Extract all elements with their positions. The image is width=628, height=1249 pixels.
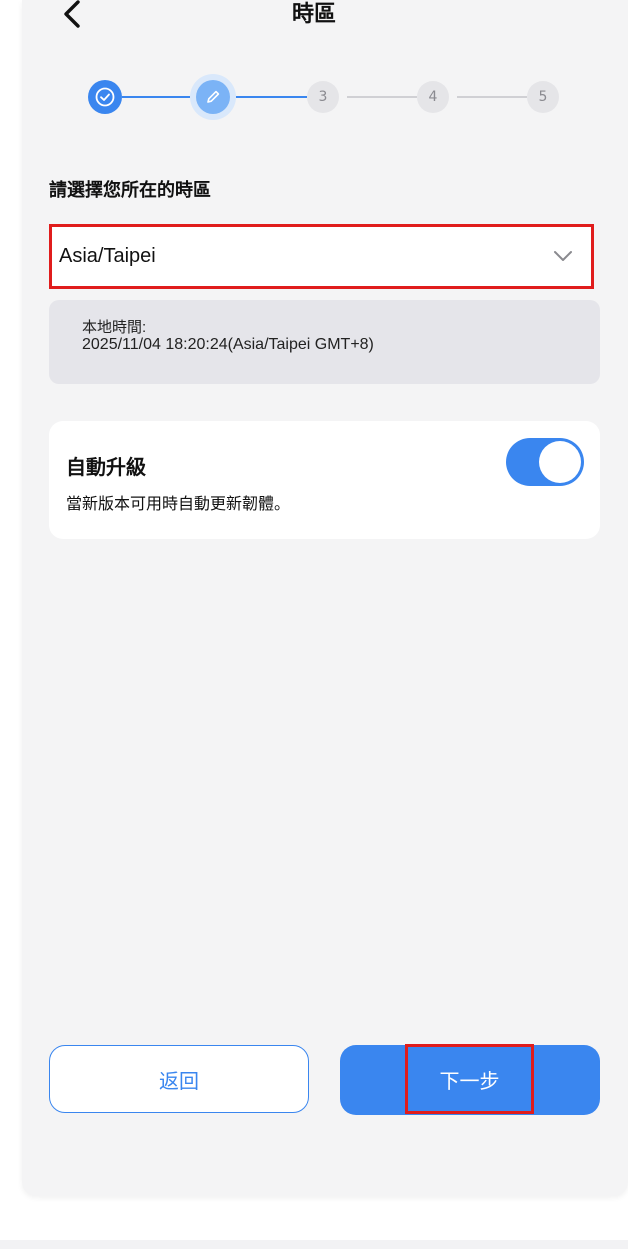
toggle-knob: [539, 441, 581, 483]
timezone-section-label: 請選擇您所在的時區: [49, 180, 211, 201]
back-button[interactable]: 返回: [49, 1045, 309, 1113]
step-2-current: [196, 80, 230, 114]
step-1-done: [88, 80, 122, 114]
step-5: 5: [527, 81, 559, 113]
step-4: 4: [417, 81, 449, 113]
chevron-down-icon: [554, 251, 572, 261]
stepper-line-3: [347, 96, 417, 98]
back-button-label: 返回: [159, 1068, 199, 1093]
local-time-label: 本地時間:: [82, 319, 147, 336]
progress-stepper: 3 4 5: [0, 0, 628, 130]
pencil-icon: [207, 90, 220, 103]
step-3: 3: [307, 81, 339, 113]
check-circle-icon: [95, 87, 115, 107]
auto-upgrade-toggle[interactable]: [506, 438, 584, 486]
local-time-box: 本地時間: 2025/11/04 18:20:24(Asia/Taipei GM…: [49, 300, 600, 384]
timezone-select[interactable]: Asia/Taipei: [49, 224, 594, 289]
stepper-line-4: [457, 96, 527, 98]
stepper-line-1: [122, 96, 190, 98]
auto-upgrade-card: 自動升級 當新版本可用時自動更新韌體。: [49, 421, 600, 539]
bottom-strip: [0, 1240, 628, 1249]
next-button-label: 下一步: [405, 1044, 534, 1114]
stepper-line-2: [236, 96, 307, 98]
auto-upgrade-title: 自動升級: [66, 455, 146, 479]
timezone-select-value: Asia/Taipei: [59, 245, 156, 267]
local-time-value: 2025/11/04 18:20:24(Asia/Taipei GMT+8): [82, 336, 374, 353]
next-button[interactable]: 下一步: [340, 1044, 600, 1115]
auto-upgrade-description: 當新版本可用時自動更新韌體。: [66, 494, 291, 513]
